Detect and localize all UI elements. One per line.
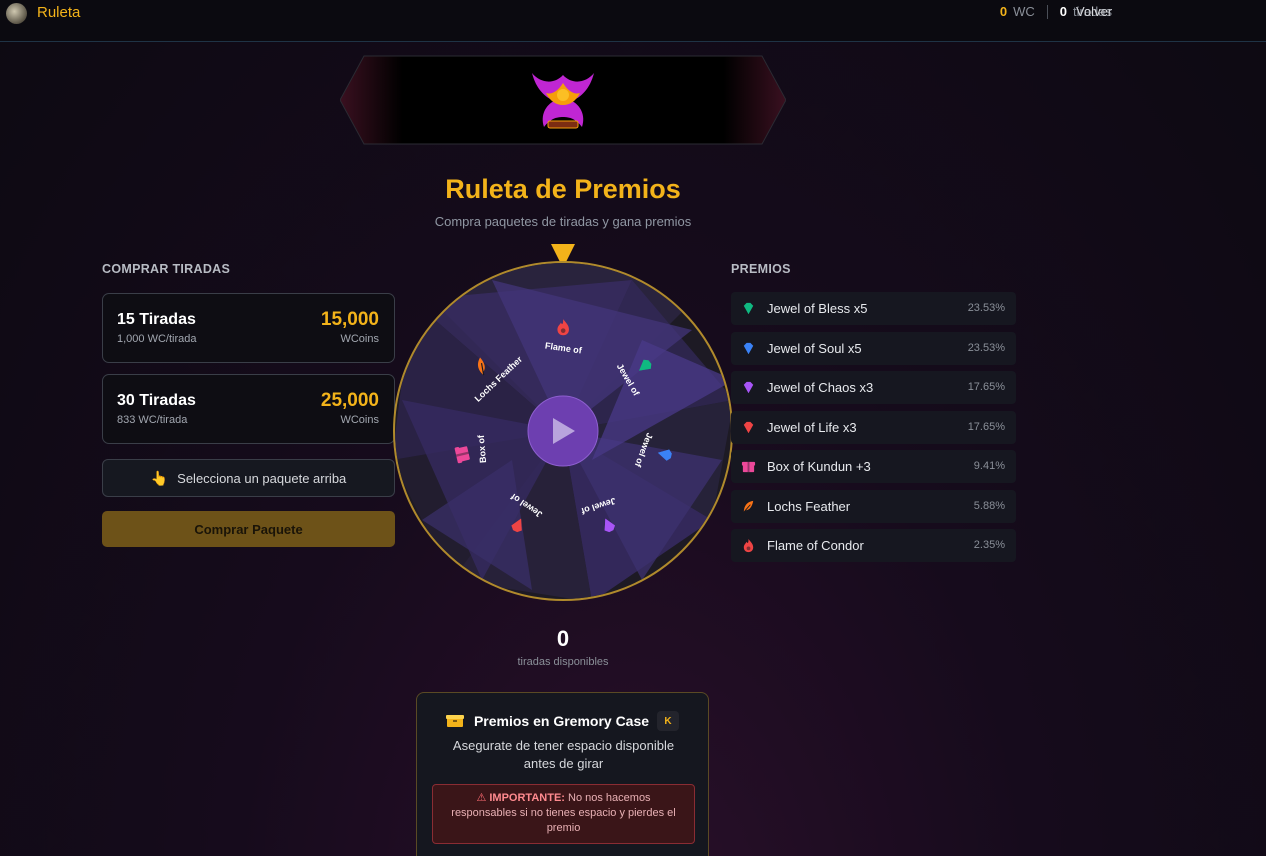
prize-name: Box of Kundun +3 xyxy=(767,459,871,474)
prizes-section-label: PREMIOS xyxy=(731,262,791,276)
warning-icon: ⚠ xyxy=(476,792,487,804)
info-header: Premios en Gremory Case K xyxy=(417,711,708,731)
prize-row: Flame of Condor 2.35% xyxy=(731,529,1016,562)
package-currency: WCoins xyxy=(340,333,379,345)
wc-label: WC xyxy=(1013,4,1035,19)
top-bar: Ruleta 0 WC 0 tiradas Volver xyxy=(0,0,1266,42)
shortcut-badge: K xyxy=(657,711,680,731)
gem-icon xyxy=(743,381,754,394)
page-title: Ruleta de Premios xyxy=(445,174,681,204)
prize-name: Jewel of Chaos x3 xyxy=(767,380,874,395)
prize-row: Jewel of Bless x5 23.53% xyxy=(731,292,1016,325)
package-name: 30 Tiradas xyxy=(117,392,196,409)
gift-box-icon xyxy=(741,461,756,473)
prize-row: Jewel of Life x3 17.65% xyxy=(731,410,1016,444)
back-link[interactable]: Volver xyxy=(1076,4,1112,19)
prize-row: Jewel of Chaos x3 17.65% xyxy=(731,371,1016,404)
package-card-15[interactable]: 15 Tiradas 1,000 WC/tirada 15,000 WCoins xyxy=(102,293,395,363)
select-package-hint: 👆 Selecciona un paquete arriba xyxy=(102,459,395,497)
prize-percentage: 23.53% xyxy=(967,341,1005,354)
important-warning: ⚠ IMPORTANTE: No nos hacemos responsable… xyxy=(432,784,695,844)
pointing-hand-icon: 👆 xyxy=(150,469,169,486)
package-price: 15,000 xyxy=(320,309,379,330)
gem-icon xyxy=(743,421,754,433)
prize-wheel[interactable]: Flame ofJewel ofJewel ofJewel ofJewel of… xyxy=(392,260,734,602)
prize-name: Lochs Feather xyxy=(767,498,851,514)
prize-row: Box of Kundun +3 9.41% xyxy=(731,450,1016,483)
feather-icon xyxy=(743,500,754,512)
info-title: Premios en Gremory Case xyxy=(473,713,650,729)
wc-balance: 0 xyxy=(999,4,1008,19)
stats-divider xyxy=(1046,4,1048,19)
spins-balance: 0 xyxy=(1059,4,1067,19)
prize-row: Lochs Feather 5.88% xyxy=(731,489,1016,523)
prize-percentage: 5.88% xyxy=(973,499,1005,512)
phoenix-banner xyxy=(339,55,787,145)
page-subtitle: Compra paquetes de tiradas y gana premio… xyxy=(434,214,692,229)
prize-name: Flame of Condor xyxy=(767,538,864,553)
package-card-30[interactable]: 30 Tiradas 833 WC/tirada 25,000 WCoins xyxy=(102,374,395,444)
box-icon xyxy=(445,715,464,727)
buy-package-button[interactable]: Comprar Paquete xyxy=(102,511,395,547)
buy-section-label: COMPRAR TIRADAS xyxy=(102,262,231,276)
prize-percentage: 17.65% xyxy=(967,420,1005,433)
prizes-list: Jewel of Bless x5 23.53% Jewel of Soul x5 2… xyxy=(731,292,1016,569)
package-rate: 833 WC/tirada xyxy=(117,414,188,426)
package-currency: WCoins xyxy=(340,414,379,426)
prize-percentage: 17.65% xyxy=(967,381,1005,393)
warning-title: IMPORTANTE: xyxy=(489,792,565,804)
package-price: 25,000 xyxy=(320,390,379,411)
prize-percentage: 9.41% xyxy=(973,460,1005,472)
gem-icon xyxy=(743,302,754,315)
app-logo xyxy=(6,3,27,24)
package-name: 15 Tiradas xyxy=(117,311,196,328)
prize-name: Jewel of Bless x5 xyxy=(767,301,868,316)
available-spins-label: tiradas disponibles xyxy=(517,656,609,668)
prize-percentage: 2.35% xyxy=(973,539,1005,551)
select-hint-text: Selecciona un paquete arriba xyxy=(177,470,347,486)
prize-name: Jewel of Soul x5 xyxy=(767,340,862,356)
flame-icon xyxy=(743,538,754,553)
info-description: Asegurate de tener espacio disponible an… xyxy=(452,738,675,771)
app-title: Ruleta xyxy=(37,4,81,21)
prize-row: Jewel of Soul x5 23.53% xyxy=(731,331,1016,365)
gem-icon xyxy=(743,342,754,354)
prize-name: Jewel of Life x3 xyxy=(767,419,857,435)
prize-percentage: 23.53% xyxy=(967,302,1005,314)
gremory-case-info: Premios en Gremory Case K Asegurate de t… xyxy=(416,692,709,856)
package-rate: 1,000 WC/tirada xyxy=(117,333,197,345)
available-spins-count: 0 xyxy=(556,626,570,651)
